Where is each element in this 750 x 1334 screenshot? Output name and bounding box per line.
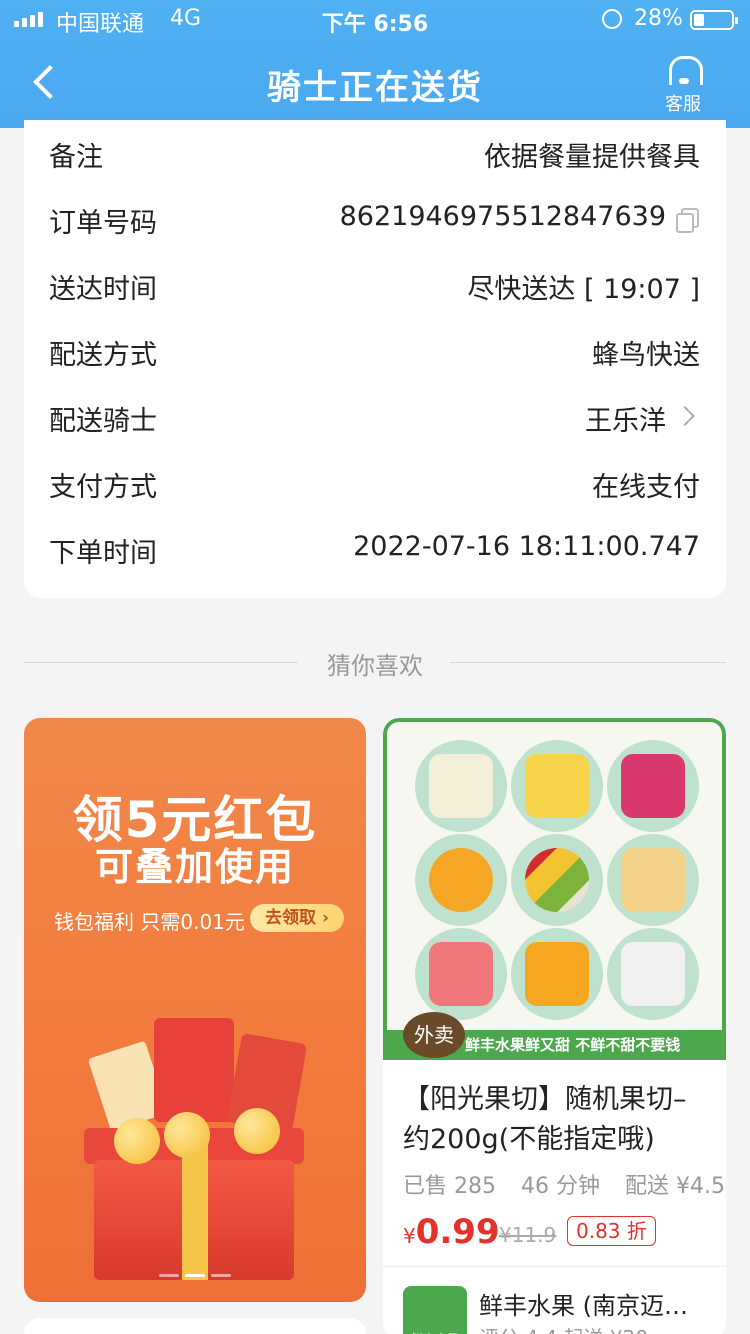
divider-line: [450, 662, 726, 663]
order-row-number: 订单号码 8621946975512847639: [24, 186, 726, 252]
claim-button[interactable]: 去领取 ›: [250, 904, 344, 932]
product-image-banner: 鲜丰水果鲜又甜 不鲜不甜不要钱: [465, 1036, 681, 1054]
fruit-plate: [607, 740, 699, 832]
fruit-plate: [511, 834, 603, 926]
carousel-indicator: [24, 1274, 366, 1277]
row-value: 依据餐量提供餐具: [484, 142, 700, 173]
product-price: ¥0.99: [403, 1212, 500, 1252]
chevron-right-icon[interactable]: [675, 406, 695, 426]
customer-service-label: 客服: [665, 94, 701, 115]
coin-icon: [114, 1118, 160, 1164]
status-bar: 中国联通 4G 下午 6:56 28%: [0, 0, 750, 40]
row-label: 下单时间: [49, 538, 157, 569]
delivery-fee: 配送 ¥4.5: [625, 1174, 725, 1199]
order-row-delivery-time: 送达时间 尽快送达 [ 19:07 ]: [24, 252, 726, 318]
order-row-delivery-method: 配送方式 蜂鸟快送: [24, 318, 726, 384]
row-label: 订单号码: [49, 208, 157, 239]
recommend-title: 猜你喜欢: [327, 652, 423, 680]
row-label: 送达时间: [49, 274, 157, 305]
rider-name[interactable]: 王乐洋: [585, 399, 666, 438]
fruit-plates: [387, 722, 722, 1030]
fruit-plate: [415, 928, 507, 1020]
order-row-payment: 支付方式 在线支付: [24, 450, 726, 516]
red-packet-promo-card[interactable]: 领5元红包 可叠加使用 钱包福利 只需0.01元 去领取 ›: [24, 718, 366, 1302]
top-bar: 中国联通 4G 下午 6:56 28% 骑士正在送货 客服: [0, 0, 750, 128]
row-label: 备注: [49, 142, 103, 173]
headset-icon: [665, 54, 703, 88]
carousel-dot-active: [185, 1274, 205, 1277]
rotation-lock-icon: [602, 9, 622, 29]
fruit-plate: [607, 834, 699, 926]
row-label: 配送方式: [49, 340, 157, 371]
promo-subheadline: 可叠加使用: [94, 845, 295, 889]
carousel-dot: [211, 1274, 231, 1277]
order-row-note: 备注 依据餐量提供餐具: [24, 120, 726, 186]
product-image: 鲜丰水果鲜又甜 不鲜不甜不要钱 外卖: [383, 718, 726, 1060]
row-label: 支付方式: [49, 472, 157, 503]
fruit-plate: [415, 834, 507, 926]
fruit-plate: [415, 740, 507, 832]
order-row-order-time: 下单时间 2022-07-16 18:11:00.747: [24, 516, 726, 582]
order-details-card: 备注 依据餐量提供餐具 订单号码 8621946975512847639 送达时…: [24, 120, 726, 598]
currency-symbol: ¥: [403, 1224, 416, 1248]
product-meta: 已售 285 46 分钟 配送 ¥4.5: [403, 1168, 726, 1200]
promo-note: 钱包福利 只需0.01元: [54, 910, 245, 934]
product-card[interactable]: 鲜丰水果鲜又甜 不鲜不甜不要钱 外卖 【阳光果切】随机果切–约200g(不能指定…: [383, 718, 726, 1334]
recommend-divider: 猜你喜欢: [24, 640, 726, 684]
claim-button-label: 去领取: [265, 908, 317, 928]
delivery-eta: 46 分钟: [521, 1174, 600, 1199]
next-recommend-card[interactable]: [24, 1318, 366, 1334]
divider: [383, 1266, 726, 1267]
shop-logo: 鲜丰水果: [403, 1286, 467, 1334]
copy-icon[interactable]: [676, 208, 699, 233]
sold-count: 已售 285: [403, 1174, 496, 1199]
coin-icon: [164, 1112, 210, 1158]
row-value: 蜂鸟快送: [592, 340, 700, 371]
carousel-dot: [159, 1274, 179, 1277]
order-row-rider[interactable]: 配送骑士 王乐洋: [24, 384, 726, 450]
fruit-plate: [607, 928, 699, 1020]
coin-icon: [234, 1108, 280, 1154]
gift-box-illustration: [84, 1018, 308, 1280]
red-envelope-illustration: [154, 1018, 234, 1122]
customer-service-button[interactable]: 客服: [656, 54, 710, 116]
page-title: 骑士正在送货: [267, 68, 483, 108]
product-name: 【阳光果切】随机果切–约200g(不能指定哦): [403, 1084, 687, 1155]
row-value: 在线支付: [592, 472, 700, 503]
fruit-plate: [511, 928, 603, 1020]
shop-name: 鲜丰水果 (南京迈…: [479, 1292, 688, 1320]
takeout-tag: 外卖: [403, 1012, 465, 1058]
discount-badge: 0.83 折: [567, 1216, 656, 1246]
original-price: ¥11.9: [499, 1223, 557, 1247]
row-value: 2022-07-16 18:11:00.747: [353, 531, 700, 562]
battery-percent: 28%: [634, 6, 683, 31]
battery-icon: [690, 10, 738, 30]
fruit-plate: [511, 740, 603, 832]
row-value: 尽快送达 [ 19:07 ]: [467, 274, 700, 305]
price-value: 0.99: [415, 1212, 500, 1252]
row-label: 配送骑士: [49, 406, 157, 437]
shop-meta: 评分 4.4 起送 ¥20: [479, 1322, 648, 1334]
nav-bar: 骑士正在送货 客服: [0, 40, 750, 128]
order-number: 8621946975512847639: [339, 201, 666, 232]
